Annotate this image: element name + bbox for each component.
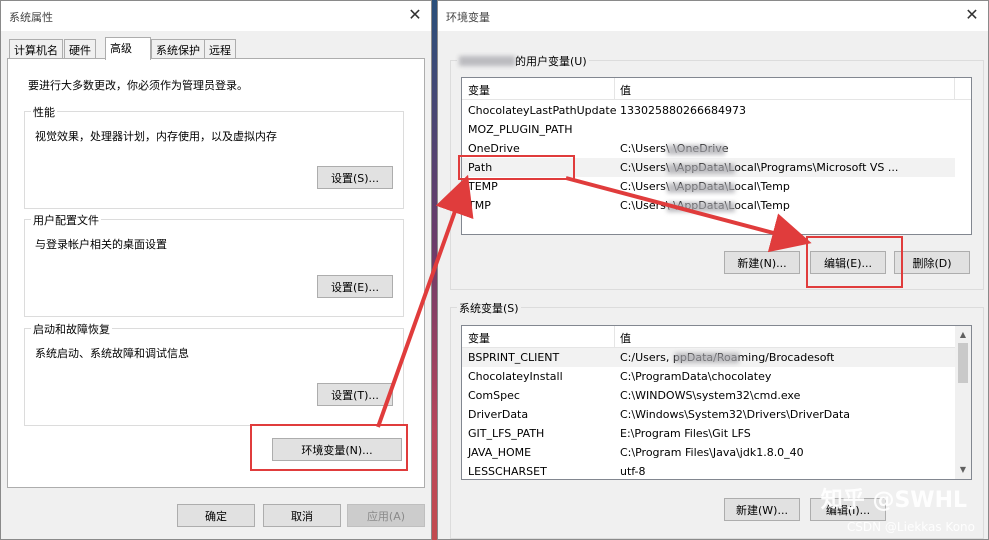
redacted-path <box>667 202 735 212</box>
var-value: E:\Program Files\Git LFS <box>620 427 751 440</box>
var-name: ChocolateyLastPathUpdate <box>468 104 617 117</box>
highlight-path-row <box>458 155 575 180</box>
redacted-path <box>667 183 735 193</box>
column-divider <box>614 78 615 100</box>
var-name: LESSCHARSET <box>468 465 547 478</box>
tab-hardware[interactable]: 硬件 <box>64 39 96 58</box>
highlight-edit-button <box>806 236 903 288</box>
ok-button[interactable]: 确定 <box>177 504 255 527</box>
vertical-scrollbar[interactable]: ▲ ▼ <box>955 326 971 479</box>
titlebar: 系统属性 ✕ <box>1 1 431 31</box>
environment-variables-dialog: 环境变量 ✕ 的用户变量(U) 变量 值 ChocolateyLastPathU… <box>437 0 989 540</box>
column-header-value[interactable]: 值 <box>620 82 631 98</box>
table-row[interactable]: ChocolateyInstall C:\ProgramData\chocola… <box>462 367 955 386</box>
table-row[interactable]: DriverData C:\Windows\System32\Drivers\D… <box>462 405 955 424</box>
column-header-value[interactable]: 值 <box>620 330 631 346</box>
var-name: TMP <box>468 199 491 212</box>
table-row[interactable]: MOZ_PLUGIN_PATH <box>462 120 955 139</box>
column-header-name[interactable]: 变量 <box>468 330 490 346</box>
scroll-up-icon[interactable]: ▲ <box>955 328 971 342</box>
redacted-path <box>667 164 735 174</box>
tab-advanced[interactable]: 高级 <box>105 37 151 60</box>
user-delete-button[interactable]: 删除(D) <box>894 251 970 274</box>
redacted-path <box>667 145 725 155</box>
group-user-profiles: 用户配置文件 与登录帐户相关的桌面设置 设置(E)... <box>24 212 404 317</box>
var-name: OneDrive <box>468 142 520 155</box>
list-header: 变量 值 <box>462 78 971 100</box>
table-row[interactable]: ChocolateyLastPathUpdate 133025880266684… <box>462 101 955 120</box>
column-divider <box>954 78 955 100</box>
performance-settings-button[interactable]: 设置(S)... <box>317 166 393 189</box>
var-value: C:\Users\ \AppData\Local\Programs\Micros… <box>620 161 899 174</box>
redacted-path <box>675 353 739 363</box>
var-value: C:\Windows\System32\Drivers\DriverData <box>620 408 851 421</box>
user-profiles-settings-button[interactable]: 设置(E)... <box>317 275 393 298</box>
var-name: JAVA_HOME <box>468 446 532 459</box>
group-startup-recovery: 启动和故障恢复 系统启动、系统故障和调试信息 设置(T)... <box>24 321 404 426</box>
watermark-csdn: CSDN @Liekkas Kono <box>846 520 975 534</box>
var-name: MOZ_PLUGIN_PATH <box>468 123 573 136</box>
table-row[interactable]: JAVA_HOME C:\Program Files\Java\jdk1.8.0… <box>462 443 955 462</box>
group-title: 启动和故障恢复 <box>31 321 112 337</box>
scrollbar-thumb[interactable] <box>958 343 968 383</box>
var-name: ChocolateyInstall <box>468 370 563 383</box>
dialog-title: 环境变量 <box>446 11 490 24</box>
highlight-env-button <box>250 424 408 471</box>
var-value: C:\Program Files\Java\jdk1.8.0_40 <box>620 446 804 459</box>
var-name: DriverData <box>468 408 529 421</box>
group-title: 用户配置文件 <box>31 212 101 228</box>
dialog-title: 系统属性 <box>9 11 53 24</box>
admin-note: 要进行大多数更改，你必须作为管理员登录。 <box>28 79 248 92</box>
user-new-button[interactable]: 新建(N)... <box>724 251 800 274</box>
group-desc: 与登录帐户相关的桌面设置 <box>35 238 167 251</box>
system-variables-list[interactable]: 变量 值 BSPRINT_CLIENT C:/Users, ppData/Roa… <box>461 325 972 480</box>
user-variables-label: 的用户变量(U) <box>457 53 589 69</box>
redacted-username <box>459 56 515 66</box>
group-title: 性能 <box>31 104 57 120</box>
column-divider <box>614 326 615 348</box>
var-value: 133025880266684973 <box>620 104 746 117</box>
var-name: BSPRINT_CLIENT <box>468 351 560 364</box>
group-desc: 系统启动、系统故障和调试信息 <box>35 347 189 360</box>
table-row[interactable]: GIT_LFS_PATH E:\Program Files\Git LFS <box>462 424 955 443</box>
group-desc: 视觉效果，处理器计划，内存使用，以及虚拟内存 <box>35 130 277 143</box>
var-value: C:\WINDOWS\system32\cmd.exe <box>620 389 801 402</box>
var-name: TEMP <box>468 180 498 193</box>
tab-computer-name[interactable]: 计算机名 <box>9 39 63 58</box>
apply-button[interactable]: 应用(A) <box>347 504 425 527</box>
user-variables-label-text: 的用户变量(U) <box>515 55 587 68</box>
var-value: utf-8 <box>620 465 646 478</box>
group-performance: 性能 视觉效果，处理器计划，内存使用，以及虚拟内存 设置(S)... <box>24 104 404 209</box>
table-row[interactable]: LESSCHARSET utf-8 <box>462 462 955 479</box>
system-variables-label: 系统变量(S) <box>457 300 521 316</box>
var-name: GIT_LFS_PATH <box>468 427 545 440</box>
watermark-zhihu: 知乎 @SWHL <box>820 488 967 513</box>
list-header: 变量 值 <box>462 326 971 348</box>
table-row[interactable]: ComSpec C:\WINDOWS\system32\cmd.exe <box>462 386 955 405</box>
system-new-button[interactable]: 新建(W)... <box>724 498 800 521</box>
startup-settings-button[interactable]: 设置(T)... <box>317 383 393 406</box>
cancel-button[interactable]: 取消 <box>263 504 341 527</box>
var-value: C:\ProgramData\chocolatey <box>620 370 772 383</box>
column-header-name[interactable]: 变量 <box>468 82 490 98</box>
close-icon[interactable]: ✕ <box>405 5 425 25</box>
tab-system-protection[interactable]: 系统保护 <box>151 39 205 58</box>
tab-remote[interactable]: 远程 <box>204 39 236 58</box>
scroll-down-icon[interactable]: ▼ <box>955 463 971 477</box>
titlebar: 环境变量 ✕ <box>438 1 988 31</box>
var-name: ComSpec <box>468 389 520 402</box>
close-icon[interactable]: ✕ <box>962 5 982 25</box>
